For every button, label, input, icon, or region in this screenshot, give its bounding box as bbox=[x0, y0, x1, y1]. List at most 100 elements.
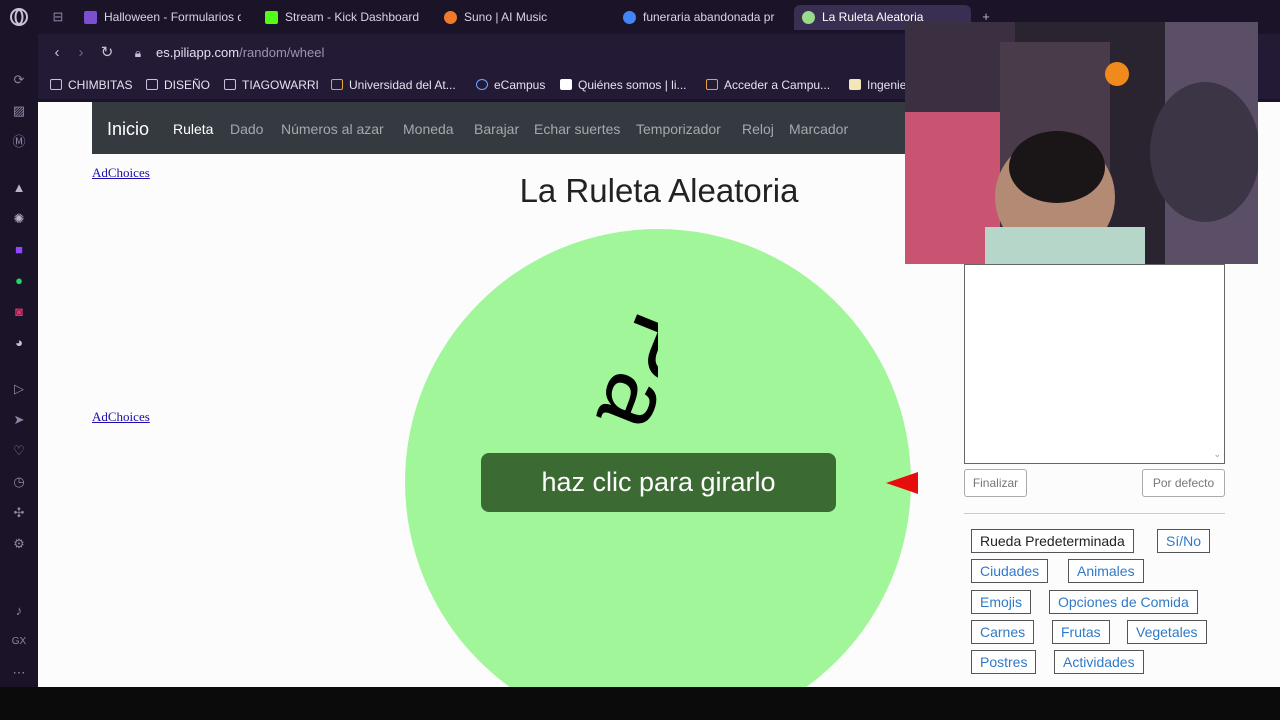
workspaces-icon[interactable]: ▨ bbox=[9, 101, 29, 121]
page-title: La Ruleta Aleatoria bbox=[519, 172, 799, 209]
wheel-pointer-icon bbox=[886, 472, 918, 494]
tab-title: Halloween - Formularios d bbox=[104, 10, 241, 24]
nav-reloj[interactable]: Reloj bbox=[742, 121, 774, 137]
adchoices-link[interactable]: AdChoices bbox=[92, 409, 150, 425]
folder-icon bbox=[146, 79, 158, 90]
doc-icon bbox=[849, 79, 861, 90]
preset-yes-no[interactable]: Sí/No bbox=[1157, 529, 1211, 553]
webcam-overlay bbox=[905, 22, 1258, 264]
folder-icon bbox=[224, 79, 236, 90]
instagram-icon[interactable]: ◙ bbox=[9, 302, 29, 322]
nav-barajar[interactable]: Barajar bbox=[474, 121, 519, 137]
bookmark-label: Universidad del At... bbox=[349, 78, 456, 92]
nav-temporizador[interactable]: Temporizador bbox=[636, 121, 721, 137]
opera-logo-icon[interactable] bbox=[9, 7, 29, 27]
spin-button[interactable]: haz clic para girarlo bbox=[481, 453, 836, 512]
bookmark-folder[interactable]: DISEÑO bbox=[146, 77, 210, 93]
bookmark-folder[interactable]: CHIMBITAS bbox=[50, 77, 132, 93]
resize-handle-icon[interactable]: ⌄ bbox=[1213, 449, 1221, 460]
settings-icon[interactable]: ⚙ bbox=[9, 534, 29, 554]
screen-bottom-bar bbox=[0, 687, 1280, 720]
nav-ruleta[interactable]: Ruleta bbox=[173, 121, 213, 137]
bookmark-link[interactable]: Ingenie bbox=[849, 77, 906, 93]
nav-dado[interactable]: Dado bbox=[230, 121, 263, 137]
player-icon[interactable]: ▷ bbox=[9, 379, 29, 399]
reload-icon[interactable]: ↻ bbox=[98, 44, 116, 62]
adchoices-link[interactable]: AdChoices bbox=[92, 165, 150, 181]
bookmark-label: eCampus bbox=[494, 78, 546, 92]
google-favicon-icon bbox=[623, 11, 636, 24]
browser-window: ⟳ ▨ Ⓜ ▲ ✺ ■ ● ◙ ◕ ▷ ➤ ♡ ◷ ✣ ⚙ ♪ GX ⋯ ⊟ H… bbox=[0, 0, 1280, 720]
m-app-icon[interactable]: Ⓜ bbox=[9, 132, 29, 152]
tab-kick[interactable]: Stream - Kick Dashboard bbox=[257, 5, 422, 30]
forward-icon[interactable]: › bbox=[72, 44, 90, 62]
preset-activities[interactable]: Actividades bbox=[1054, 650, 1144, 674]
default-button[interactable]: Por defecto bbox=[1142, 469, 1225, 497]
wheel-segment-text: Pa bbox=[576, 302, 658, 449]
gx-icon[interactable]: GX bbox=[9, 632, 29, 652]
whatsapp-icon[interactable]: ● bbox=[9, 271, 29, 291]
bookmark-link[interactable]: Acceder a Campu... bbox=[706, 77, 830, 93]
options-textarea[interactable]: ⌄ bbox=[964, 264, 1225, 464]
bookmark-folder[interactable]: TIAGOWARRI bbox=[224, 77, 319, 93]
kick-favicon-icon bbox=[265, 11, 278, 24]
brand-link[interactable]: Inicio bbox=[107, 119, 149, 140]
discord-icon[interactable]: ◕ bbox=[9, 333, 29, 353]
folder-icon bbox=[50, 79, 62, 90]
nav-numeros[interactable]: Números al azar bbox=[281, 121, 384, 137]
tab-google[interactable]: funeraria abandonada pr bbox=[615, 5, 780, 30]
wix-icon bbox=[560, 79, 572, 90]
tiktok-icon[interactable]: ♪ bbox=[9, 601, 29, 621]
history-icon[interactable]: ◷ bbox=[9, 472, 29, 492]
a-app-icon[interactable]: ▲ bbox=[9, 178, 29, 198]
browser-sidebar: ⟳ ▨ Ⓜ ▲ ✺ ■ ● ◙ ◕ ▷ ➤ ♡ ◷ ✣ ⚙ ♪ GX ⋯ bbox=[0, 0, 38, 690]
nav-marcador[interactable]: Marcador bbox=[789, 121, 848, 137]
finish-button[interactable]: Finalizar bbox=[964, 469, 1027, 497]
tab-menu-icon[interactable]: ⊟ bbox=[48, 7, 68, 27]
preset-food[interactable]: Opciones de Comida bbox=[1049, 590, 1198, 614]
suno-favicon-icon bbox=[444, 11, 457, 24]
tab-suno[interactable]: Suno | AI Music bbox=[436, 5, 601, 30]
bookmark-label: Quiénes somos | li... bbox=[578, 78, 687, 92]
preset-fruits[interactable]: Frutas bbox=[1052, 620, 1110, 644]
preset-meats[interactable]: Carnes bbox=[971, 620, 1035, 644]
chatgpt-icon[interactable]: ✺ bbox=[9, 209, 29, 229]
nav-echar-suertes[interactable]: Echar suertes bbox=[534, 121, 620, 137]
preset-default-wheel[interactable]: Rueda Predeterminada bbox=[971, 529, 1134, 553]
preset-cities[interactable]: Ciudades bbox=[971, 559, 1049, 583]
lock-icon: 🔒︎ bbox=[134, 46, 142, 60]
bookmark-link[interactable]: eCampus bbox=[476, 77, 545, 93]
bookmark-label: TIAGOWARRI bbox=[242, 78, 319, 92]
preset-desserts[interactable]: Postres bbox=[971, 650, 1037, 674]
site-navbar: Inicio Ruleta Dado Números al azar Moned… bbox=[92, 102, 922, 154]
piliapp-favicon-icon bbox=[802, 11, 815, 24]
bookmark-link[interactable]: Quiénes somos | li... bbox=[560, 77, 687, 93]
url-host: es.piliapp.com bbox=[156, 45, 240, 60]
url-field[interactable]: es.piliapp.com/random/wheel bbox=[156, 45, 324, 60]
url-path: /random/wheel bbox=[239, 45, 325, 60]
aria-icon[interactable]: ⟳ bbox=[9, 70, 29, 90]
extensions-icon[interactable]: ✣ bbox=[9, 503, 29, 523]
tab-title: Suno | AI Music bbox=[464, 10, 548, 24]
preset-vegetables[interactable]: Vegetales bbox=[1127, 620, 1207, 644]
bookmark-link[interactable]: Universidad del At... bbox=[331, 77, 456, 93]
university-icon bbox=[331, 79, 343, 90]
nav-moneda[interactable]: Moneda bbox=[403, 121, 454, 137]
preset-emojis[interactable]: Emojis bbox=[971, 590, 1032, 614]
tab-title: funeraria abandonada pr bbox=[643, 10, 775, 24]
bookmark-label: CHIMBITAS bbox=[68, 78, 133, 92]
ecampus-icon bbox=[476, 79, 488, 90]
tab-title: Stream - Kick Dashboard bbox=[285, 10, 420, 24]
send-icon[interactable]: ➤ bbox=[9, 410, 29, 430]
divider bbox=[964, 513, 1225, 514]
preset-animals[interactable]: Animales bbox=[1068, 559, 1144, 583]
twitch-icon[interactable]: ■ bbox=[9, 240, 29, 260]
tab-halloween[interactable]: Halloween - Formularios d bbox=[76, 5, 241, 30]
back-icon[interactable]: ‹ bbox=[48, 44, 66, 62]
more-icon[interactable]: ⋯ bbox=[9, 663, 29, 683]
bookmark-label: DISEÑO bbox=[164, 78, 211, 92]
heart-icon[interactable]: ♡ bbox=[9, 441, 29, 461]
bookmark-label: Acceder a Campu... bbox=[724, 78, 831, 92]
bookmark-label: Ingenie bbox=[867, 78, 907, 92]
forms-favicon-icon bbox=[84, 11, 97, 24]
